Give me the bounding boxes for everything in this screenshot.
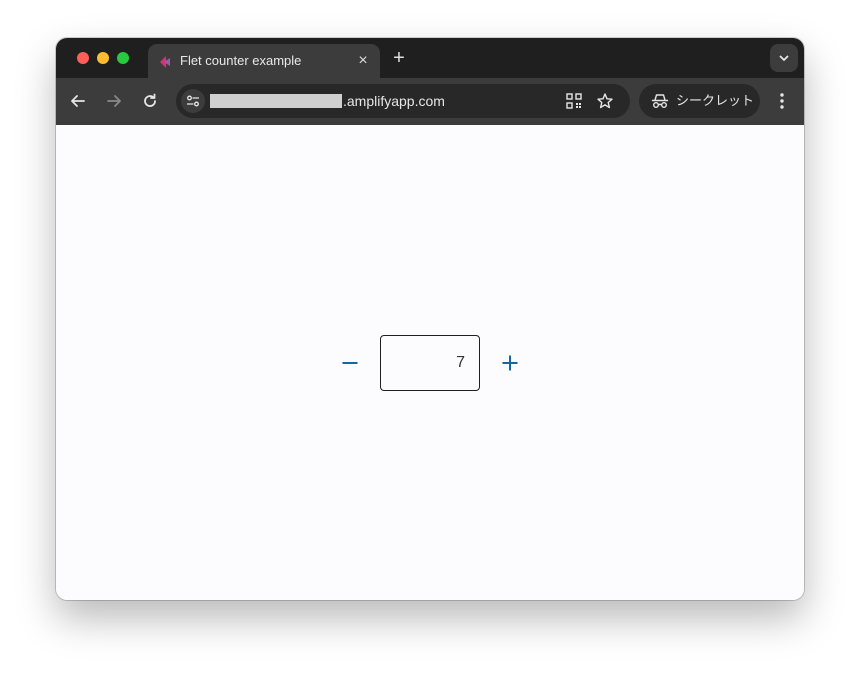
browser-toolbar: .amplifyapp.com シークレット [56,78,804,125]
back-button[interactable] [67,90,89,112]
url-redacted-segment [210,94,342,108]
browser-menu-button[interactable] [774,90,790,112]
reload-button[interactable] [139,90,161,112]
url-text: .amplifyapp.com [343,93,445,109]
counter-field[interactable]: 7 [380,335,480,391]
arrow-left-icon [71,95,85,107]
browser-window: Flet counter example × + .amplifyapp.com… [56,38,804,600]
window-close-button[interactable] [77,52,89,64]
address-bar[interactable]: .amplifyapp.com [176,84,630,118]
flet-logo-icon [160,56,170,68]
tab-close-icon[interactable]: × [355,53,371,69]
star-icon[interactable] [596,92,614,110]
tune-icon [187,95,199,107]
minus-icon [342,362,358,364]
tab-strip: Flet counter example × + [56,38,804,78]
window-maximize-button[interactable] [117,52,129,64]
counter-value: 7 [456,354,465,371]
qr-code-icon[interactable] [565,92,583,110]
tab-search-button[interactable] [770,44,798,72]
kebab-menu-icon [780,93,784,109]
incognito-icon [651,94,669,108]
plus-icon [502,355,518,371]
increment-button[interactable] [490,343,530,383]
forward-button[interactable] [103,90,125,112]
page-content: 7 [56,125,804,600]
window-minimize-button[interactable] [97,52,109,64]
new-tab-button[interactable]: + [389,48,409,68]
arrow-right-icon [107,95,121,107]
tab-title: Flet counter example [180,53,302,68]
chevron-down-icon [779,55,789,61]
site-info-button[interactable] [181,89,205,113]
reload-icon [144,93,156,107]
incognito-indicator[interactable]: シークレット [639,84,760,118]
tab-flet-counter[interactable]: Flet counter example × [148,44,380,78]
incognito-label: シークレット [676,93,755,108]
decrement-button[interactable] [330,343,370,383]
